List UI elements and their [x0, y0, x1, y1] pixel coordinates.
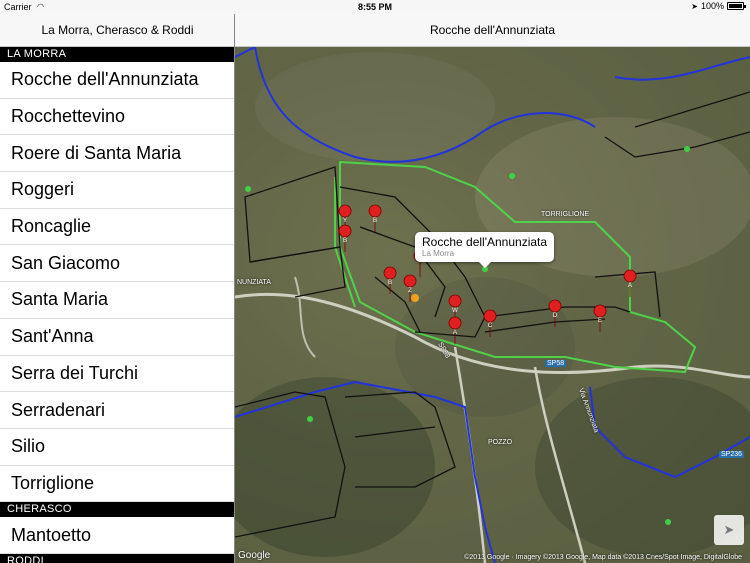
detail-nav-bar: Rocche dell'Annunziata: [235, 14, 750, 47]
list-item[interactable]: Rocche dell'Annunziata: [0, 62, 235, 99]
detail-title: Rocche dell'Annunziata: [429, 23, 556, 37]
marker-label: D: [553, 313, 558, 319]
marker-label: B: [343, 238, 347, 244]
map-callout[interactable]: Rocche dell'Annunziata La Morra: [415, 232, 555, 268]
satellite-map[interactable]: A E D C W A Z B Y B B Rocche dell'Annunz…: [235, 47, 750, 563]
google-logo: Google: [238, 550, 271, 561]
marker-label: C: [488, 323, 493, 329]
marker-label: W: [452, 308, 458, 314]
locate-me-button[interactable]: ➤: [714, 515, 744, 545]
vineyard-list[interactable]: LA MORRA Rocche dell'Annunziata Rocchettev…: [0, 47, 235, 563]
list-item[interactable]: Santa Maria: [0, 282, 235, 319]
marker-label: B: [373, 218, 377, 224]
list-item[interactable]: Roncaglie: [0, 208, 235, 246]
list-item[interactable]: Roere di Santa Maria: [0, 135, 235, 173]
battery-icon: [727, 2, 746, 10]
marker-label: A: [628, 283, 632, 289]
list-item[interactable]: Mantoetto: [0, 517, 235, 554]
list-item[interactable]: Serradenari: [0, 392, 235, 429]
list-item[interactable]: Sant'Anna: [0, 318, 235, 356]
list-item[interactable]: Roggeri: [0, 172, 235, 209]
list-item[interactable]: San Giacomo: [0, 245, 235, 283]
marker-label: E: [598, 318, 602, 324]
list-item[interactable]: Silio: [0, 428, 235, 466]
marker-label: A: [453, 330, 457, 336]
list-item[interactable]: Torriglione: [0, 465, 235, 503]
place-label-pozzo: POZZO: [488, 439, 513, 446]
location-arrow-icon: ➤: [723, 522, 735, 537]
detail-pane: Rocche dell'Annunziata A E D C W A Z B Y…: [235, 14, 750, 563]
list-item[interactable]: Rocchettevino: [0, 98, 235, 136]
master-pane: La Morra, Cherasco & Roddi LA MORRA Rocch…: [0, 14, 235, 563]
marker-label: Z: [408, 288, 412, 294]
clock: 8:55 PM: [357, 2, 392, 12]
map-overlay: A E D C W A Z B Y B B: [235, 47, 750, 563]
marker-label: Y: [343, 218, 347, 224]
section-header: CHERASCO: [0, 502, 235, 518]
master-nav-bar: La Morra, Cherasco & Roddi: [0, 14, 235, 47]
battery-percent: 100%: [700, 1, 724, 11]
road-label-sp236: SP236: [719, 451, 745, 458]
master-title: La Morra, Cherasco & Roddi: [41, 23, 194, 37]
place-label-torriglione: TORRIGLIONE: [541, 211, 590, 218]
location-arrow-icon: ➤: [691, 1, 698, 11]
section-header: RODDI: [0, 553, 235, 563]
map-attribution: ©2013 Google · Imagery ©2013 Google, Map…: [464, 554, 742, 561]
marker-label: B: [388, 280, 392, 286]
status-bar: Carrier ◠ 8:55 PM ➤ 100%: [0, 0, 750, 14]
section-header: LA MORRA: [0, 47, 235, 62]
callout-subtitle: La Morra: [422, 249, 455, 258]
place-label-annunziata: NUNZIATA: [237, 279, 271, 286]
list-item[interactable]: Serra dei Turchi: [0, 355, 235, 393]
callout-title: Rocche dell'Annunziata: [422, 235, 548, 249]
road-label-sp58: SP58: [545, 360, 567, 367]
